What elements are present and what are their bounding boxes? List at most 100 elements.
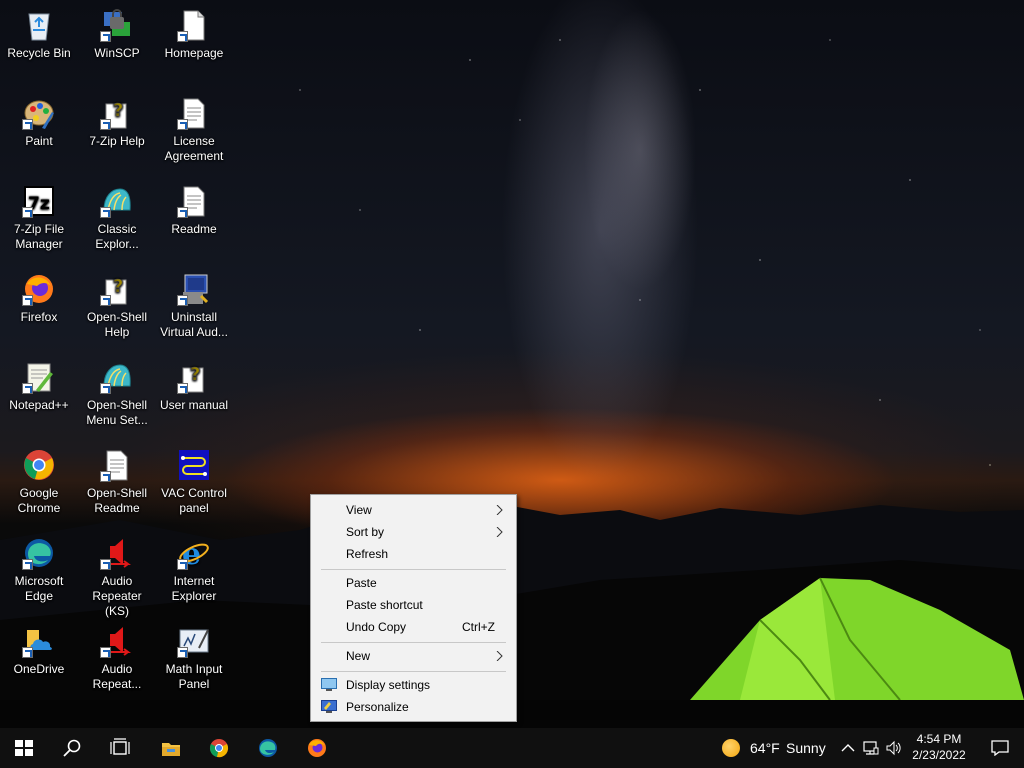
desktop-icon-open-shell-help[interactable]: ? Open-Shell Help (78, 267, 156, 351)
ie-icon: e (177, 536, 211, 570)
chrome-icon (209, 739, 229, 758)
7zip-icon: 7z (22, 184, 56, 218)
desktop-icon-math-input-panel[interactable]: Math Input Panel (155, 619, 233, 703)
paint-icon (22, 96, 56, 130)
uninstall-icon (177, 272, 211, 306)
desktop-icon-onedrive[interactable]: OneDrive (0, 619, 78, 703)
display-icon (321, 678, 337, 691)
menu-item-sort-by[interactable]: Sort by (313, 521, 514, 543)
desktop-icon-7zip-help[interactable]: ? 7-Zip Help (78, 91, 156, 175)
network-icon (863, 741, 879, 755)
search-icon (63, 739, 81, 757)
menu-separator (321, 642, 506, 643)
start-icon (15, 740, 33, 756)
desktop-icon-user-manual[interactable]: ? User manual (155, 355, 233, 439)
desktop-icon-paint[interactable]: Paint (0, 91, 78, 175)
taskbar: 64°F Sunny 4:54 PM 2/23/2022 (0, 728, 1024, 768)
desktop-icon-internet-explorer[interactable]: e Internet Explorer (155, 531, 233, 615)
network-button[interactable] (860, 728, 882, 768)
desktop-icon-homepage[interactable]: Homepage (155, 3, 233, 87)
edge-icon (259, 739, 277, 757)
svg-text:?: ? (190, 364, 200, 385)
firefox-icon (22, 272, 56, 306)
winscp-icon (100, 8, 134, 42)
speaker-icon (886, 740, 901, 756)
text-document-icon (100, 448, 134, 482)
chrome-icon (22, 448, 56, 482)
text-document-icon (177, 184, 211, 218)
chrome-taskbar-button[interactable] (195, 728, 243, 768)
clock-time: 4:54 PM (916, 732, 962, 746)
audio-repeater-icon (100, 624, 134, 658)
search-button[interactable] (48, 728, 96, 768)
desktop-icon-7zip-file-manager[interactable]: 7z 7-Zip File Manager (0, 179, 78, 263)
svg-text:?: ? (113, 276, 123, 297)
help-icon: ? (100, 272, 134, 306)
desktop-icon-microsoft-edge[interactable]: Microsoft Edge (0, 531, 78, 615)
edge-taskbar-button[interactable] (244, 728, 292, 768)
file-explorer-icon (162, 743, 180, 756)
menu-separator (321, 671, 506, 672)
chevron-up-icon (841, 744, 855, 752)
edge-icon (22, 536, 56, 570)
menu-item-personalize[interactable]: Personalize (313, 696, 514, 718)
help-icon: ? (100, 96, 134, 130)
recycle-bin-icon (22, 8, 56, 42)
task-view-button[interactable] (96, 728, 144, 768)
desktop-icon-open-shell-readme[interactable]: Open-Shell Readme (78, 443, 156, 527)
undo-copy-shortcut-label: Ctrl+Z (462, 620, 495, 634)
action-center-button[interactable] (976, 728, 1024, 768)
audio-repeater-icon (100, 536, 134, 570)
desktop-icon-audio-repeater-ks[interactable]: Audio Repeater (KS) (78, 531, 156, 618)
desktop-icon-classic-explorer[interactable]: Classic Explor... (78, 179, 156, 263)
task-view-icon (110, 738, 130, 755)
math-input-icon (177, 624, 211, 658)
notification-icon (991, 740, 1009, 756)
desktop-icon-notepad-plus[interactable]: Notepad++ (0, 355, 78, 439)
menu-item-display-settings[interactable]: Display settings (313, 674, 514, 696)
desktop-icon-recycle-bin[interactable]: Recycle Bin (0, 3, 78, 87)
firefox-taskbar-button[interactable] (293, 728, 341, 768)
clock[interactable]: 4:54 PM 2/23/2022 (906, 731, 972, 763)
menu-separator (321, 569, 506, 570)
onedrive-icon (22, 624, 56, 658)
desktop-icon-firefox[interactable]: Firefox (0, 267, 78, 351)
text-document-icon (177, 96, 211, 130)
desktop-icon-winscp[interactable]: WinSCP (78, 3, 156, 87)
start-button[interactable] (0, 728, 48, 768)
shell-icon (100, 184, 134, 218)
vac-icon (177, 448, 211, 482)
shell-icon (100, 360, 134, 394)
document-icon (177, 8, 211, 42)
sunny-icon (722, 739, 740, 757)
firefox-icon (308, 739, 326, 757)
desktop-context-menu: View Sort by Refresh Paste Paste shortcu… (310, 494, 517, 722)
desktop-icon-uninstall-virtual-audio[interactable]: Uninstall Virtual Aud... (155, 267, 233, 351)
weather-condition: Sunny (786, 740, 826, 756)
menu-item-paste-shortcut[interactable]: Paste shortcut (313, 594, 514, 616)
clock-date: 2/23/2022 (912, 748, 966, 762)
desktop-icon-audio-repeater[interactable]: Audio Repeat... (78, 619, 156, 703)
svg-text:?: ? (113, 100, 123, 121)
chevron-right-icon (496, 527, 503, 537)
notepad-plus-icon (22, 360, 56, 394)
desktop-icon-readme[interactable]: Readme (155, 179, 233, 263)
file-explorer-button[interactable] (147, 728, 195, 768)
menu-item-view[interactable]: View (313, 499, 514, 521)
menu-item-undo-copy[interactable]: Undo Copy Ctrl+Z (313, 616, 514, 638)
show-hidden-icons-button[interactable] (838, 728, 856, 768)
volume-button[interactable] (884, 728, 906, 768)
desktop-icon-google-chrome[interactable]: Google Chrome (0, 443, 78, 527)
menu-item-new[interactable]: New (313, 645, 514, 667)
help-icon: ? (177, 360, 211, 394)
chevron-right-icon (496, 505, 503, 515)
personalize-icon (321, 700, 337, 713)
desktop-icon-vac-control-panel[interactable]: VAC Control panel (155, 443, 233, 527)
menu-item-paste[interactable]: Paste (313, 572, 514, 594)
desktop-icon-open-shell-menu-settings[interactable]: Open-Shell Menu Set... (78, 355, 156, 439)
weather-widget[interactable]: 64°F Sunny (717, 728, 829, 768)
weather-temperature: 64°F (750, 740, 780, 756)
desktop-icon-license-agreement[interactable]: License Agreement (155, 91, 233, 175)
menu-item-refresh[interactable]: Refresh (313, 543, 514, 565)
chevron-right-icon (496, 651, 503, 661)
